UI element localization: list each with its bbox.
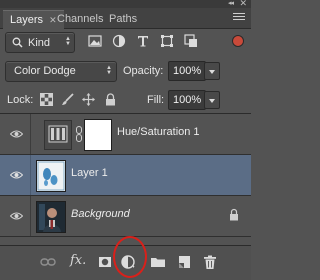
layers-bottom-toolbar: fx. — [0, 236, 251, 280]
visibility-eye-icon[interactable] — [9, 210, 24, 222]
lock-label: Lock: — [7, 94, 34, 106]
new-group-icon[interactable] — [150, 254, 166, 270]
shape-layer-filter-icon[interactable] — [160, 34, 174, 48]
layer-name[interactable]: Hue/Saturation 1 — [117, 126, 200, 138]
tab-channels[interactable]: Channels — [57, 11, 103, 28]
adjustment-layer-filter-icon[interactable] — [112, 34, 126, 48]
row-divider — [30, 114, 31, 154]
filter-toggle-switch[interactable] — [232, 35, 244, 47]
lock-all-icon[interactable] — [104, 93, 117, 106]
trash-icon[interactable] — [202, 254, 218, 270]
blend-mode-select[interactable]: Color Dodge ▲ ▼ — [5, 61, 117, 82]
tab-close-icon[interactable]: ✕ — [49, 15, 57, 25]
panel-tab-bar: Layers ✕ Channels Paths — [0, 8, 251, 30]
link-layers-icon[interactable] — [40, 254, 56, 270]
lock-transparent-pixels-icon[interactable] — [40, 93, 53, 106]
layer-name[interactable]: Layer 1 — [71, 167, 108, 179]
opacity-input[interactable]: 100% — [168, 61, 206, 81]
layers-list: Hue/Saturation 1 Layer 1 Background — [0, 113, 251, 246]
tab-paths[interactable]: Paths — [109, 11, 137, 28]
layer-style-icon[interactable]: fx. — [70, 253, 86, 268]
visibility-eye-icon[interactable] — [9, 169, 24, 181]
pixel-layer-filter-icon[interactable] — [88, 34, 102, 48]
row-divider — [30, 196, 31, 236]
layer-mask-icon[interactable] — [97, 254, 113, 270]
layer-row-layer-1[interactable]: Layer 1 — [0, 155, 251, 196]
layer-mask-thumbnail[interactable] — [84, 119, 112, 151]
visibility-eye-icon[interactable] — [9, 128, 24, 140]
layer-row-background[interactable]: Background — [0, 196, 251, 237]
updown-arrows-icon: ▲ ▼ — [106, 65, 112, 76]
lock-image-pixels-icon[interactable] — [61, 93, 74, 106]
opacity-label: Opacity: — [123, 65, 164, 77]
tab-layers[interactable]: Layers ✕ — [3, 10, 64, 30]
new-layer-icon[interactable] — [176, 254, 192, 270]
filter-kind-value: Kind — [28, 37, 51, 49]
collapse-panel-button[interactable]: ◂◂ — [228, 0, 234, 7]
panel-top-strip: ◂◂ ✕ — [0, 0, 251, 8]
blend-mode-value: Color Dodge — [14, 65, 76, 77]
opacity-dropdown-button[interactable] — [204, 62, 220, 80]
layer-thumbnail[interactable] — [36, 160, 66, 192]
adjustment-layer-thumbnail[interactable] — [44, 120, 72, 150]
highlight-annotation-circle — [113, 236, 147, 278]
chain-link-icon[interactable] — [75, 126, 83, 145]
row-divider — [30, 155, 31, 195]
type-layer-filter-icon[interactable] — [136, 34, 150, 48]
smart-object-filter-icon[interactable] — [184, 34, 198, 48]
fill-input[interactable]: 100% — [168, 90, 206, 110]
layer-row-hue-saturation[interactable]: Hue/Saturation 1 — [0, 114, 251, 155]
filter-kind-select[interactable]: Kind ▲ ▼ — [5, 32, 75, 53]
fill-label: Fill: — [147, 94, 165, 106]
layer-name[interactable]: Background — [71, 208, 130, 220]
layer-lock-icon — [229, 208, 239, 221]
search-icon — [12, 37, 23, 51]
background-thumbnail[interactable] — [36, 201, 66, 233]
tab-layers-label: Layers — [10, 14, 44, 26]
lock-position-icon[interactable] — [82, 93, 95, 106]
panel-menu-icon[interactable] — [233, 13, 245, 23]
updown-arrows-icon: ▲ ▼ — [65, 36, 71, 47]
fill-dropdown-button[interactable] — [204, 91, 220, 109]
